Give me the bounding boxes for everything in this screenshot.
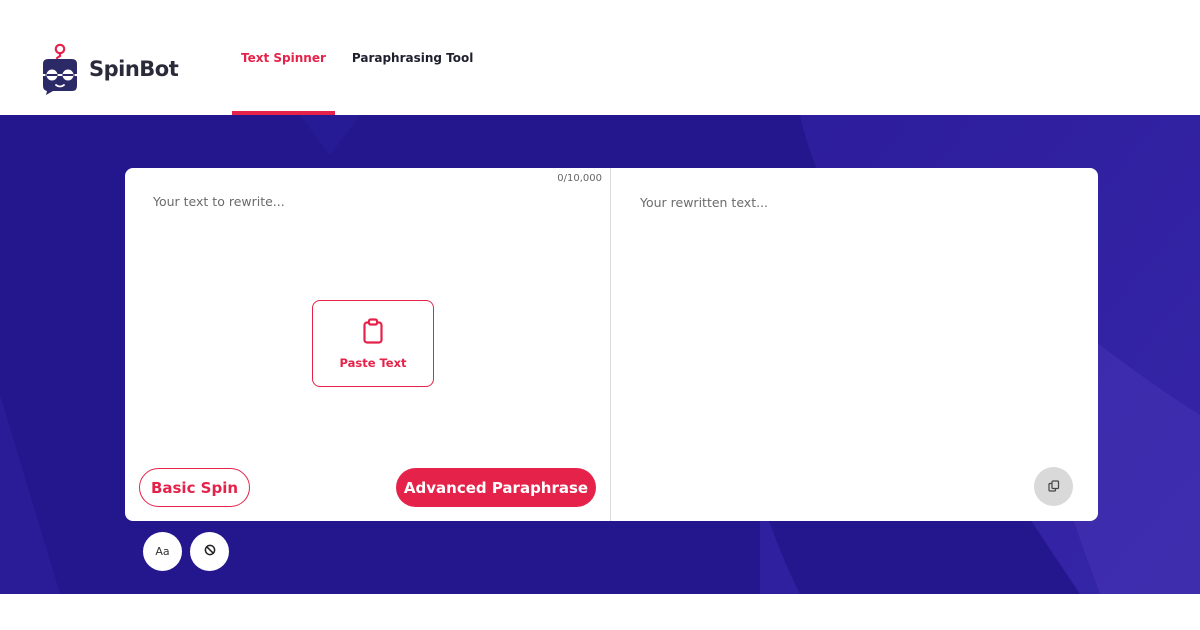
nav-paraphrasing-tool[interactable]: Paraphrasing Tool — [343, 0, 483, 115]
block-icon — [204, 544, 216, 559]
clear-button[interactable] — [190, 532, 229, 571]
basic-spin-button[interactable]: Basic Spin — [139, 468, 250, 507]
clipboard-icon — [362, 317, 384, 348]
output-placeholder: Your rewritten text... — [640, 195, 769, 210]
font-size-button[interactable]: Aa — [143, 532, 182, 571]
site-header: SpinBot Text Spinner Paraphrasing Tool — [0, 0, 1200, 115]
font-size-label: Aa — [155, 545, 170, 558]
advanced-paraphrase-button[interactable]: Advanced Paraphrase — [396, 468, 596, 507]
paste-text-label: Paste Text — [339, 355, 407, 370]
paste-text-button[interactable]: Paste Text — [312, 300, 434, 387]
input-placeholder[interactable]: Your text to rewrite... — [153, 194, 285, 209]
robot-icon — [37, 42, 83, 96]
output-pane: Your rewritten text... — [612, 168, 1098, 521]
editor-card: 0/10,000 Your text to rewrite... Paste T… — [125, 168, 1098, 521]
spinbot-logo[interactable]: SpinBot — [37, 42, 179, 96]
copy-icon — [1047, 477, 1060, 496]
main-nav: Text Spinner Paraphrasing Tool — [232, 0, 490, 115]
input-pane[interactable]: 0/10,000 Your text to rewrite... Paste T… — [125, 168, 611, 521]
char-counter: 0/10,000 — [557, 173, 602, 184]
nav-text-spinner[interactable]: Text Spinner — [232, 0, 335, 115]
brand-name: SpinBot — [89, 57, 179, 81]
copy-button[interactable] — [1034, 467, 1073, 506]
